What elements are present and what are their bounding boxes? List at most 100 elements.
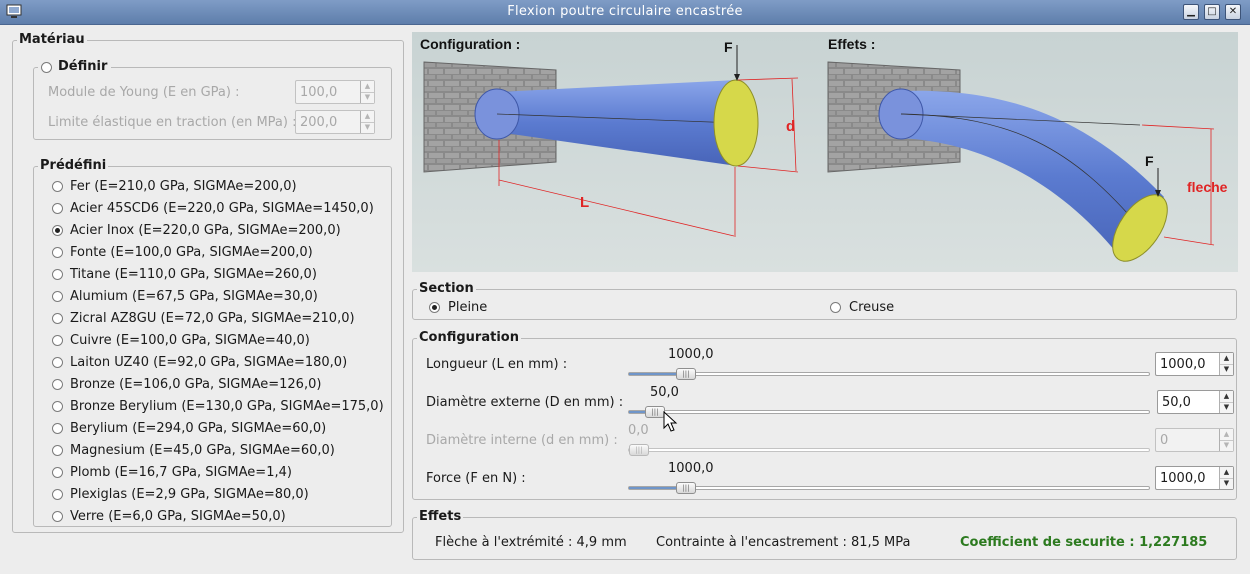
definir-radio[interactable] [41, 62, 52, 73]
spin-down-icon[interactable]: ▼ [1220, 440, 1233, 451]
force-slider-handle[interactable]: ||| [676, 482, 696, 494]
material-option[interactable]: Bronze (E=106,0 GPa, SIGMAe=126,0) [70, 377, 321, 392]
definir-header: Définir [38, 59, 112, 74]
material-option[interactable]: Bronze Berylium (E=130,0 GPa, SIGMAe=175… [70, 399, 384, 414]
material-radio[interactable] [52, 401, 63, 412]
diametre-int-value: 0 [1160, 433, 1169, 448]
diametre-ext-value: 50,0 [1162, 395, 1191, 410]
close-button[interactable]: ✕ [1225, 4, 1241, 20]
coefficient-result: Coefficient de securite : 1,227185 [960, 535, 1208, 550]
limite-stepper: ▲ ▼ [360, 111, 374, 133]
limite-input[interactable]: 200,0 ▲ ▼ [295, 110, 375, 134]
material-radio[interactable] [52, 467, 63, 478]
spin-down-icon[interactable]: ▼ [1220, 402, 1233, 413]
material-radio[interactable] [52, 423, 63, 434]
material-option[interactable]: Magnesium (E=45,0 GPa, SIGMAe=60,0) [70, 443, 335, 458]
diametre-ext-slider-value: 50,0 [650, 385, 679, 400]
material-option[interactable]: Acier 45SCD6 (E=220,0 GPa, SIGMAe=1450,0… [70, 201, 374, 216]
material-radio[interactable] [52, 445, 63, 456]
spin-down-icon[interactable]: ▼ [1220, 478, 1233, 489]
title-bar: Flexion poutre circulaire encastrée ▁ □ … [0, 0, 1250, 25]
creuse-radio[interactable] [830, 302, 841, 313]
effets-diagram-title: Effets : [828, 36, 875, 52]
material-radio[interactable] [52, 291, 63, 302]
contrainte-result: Contrainte à l'encastrement : 81,5 MPa [656, 535, 911, 550]
force-input[interactable]: 1000,0 ▲ ▼ [1155, 466, 1234, 490]
diametre-int-input[interactable]: 0 ▲ ▼ [1155, 428, 1234, 452]
material-radio[interactable] [52, 203, 63, 214]
material-radio[interactable] [52, 225, 63, 236]
section-group: Section [412, 281, 1237, 320]
material-option[interactable]: Plomb (E=16,7 GPa, SIGMAe=1,4) [70, 465, 292, 480]
force-label-effets: F [1145, 153, 1154, 169]
beam-end-ellipse [713, 79, 759, 167]
material-radio[interactable] [52, 511, 63, 522]
longueur-slider[interactable]: ||| [628, 368, 1150, 380]
beam-diagram: Configuration : F d L Effets : F fleche [420, 36, 1228, 262]
spin-down-icon[interactable]: ▼ [361, 92, 374, 103]
material-option[interactable]: Acier Inox (E=220,0 GPa, SIGMAe=200,0) [70, 223, 341, 238]
diametre-int-slider[interactable]: ||| [628, 444, 1150, 456]
material-radio[interactable] [52, 269, 63, 280]
material-radio[interactable] [52, 247, 63, 258]
fleche-label: fleche [1187, 179, 1228, 195]
length-label: L [580, 194, 589, 211]
force-slider[interactable]: ||| [628, 482, 1150, 494]
maximize-button[interactable]: □ [1204, 4, 1220, 20]
config-diagram-title: Configuration : [420, 36, 520, 52]
creuse-label[interactable]: Creuse [849, 300, 894, 315]
pleine-label[interactable]: Pleine [448, 300, 487, 315]
diametre-ext-stepper: ▲ ▼ [1219, 391, 1233, 413]
diametre-ext-input[interactable]: 50,0 ▲ ▼ [1157, 390, 1234, 414]
spin-down-icon[interactable]: ▼ [1220, 364, 1233, 375]
material-option[interactable]: Laiton UZ40 (E=92,0 GPa, SIGMAe=180,0) [70, 355, 347, 370]
longueur-input[interactable]: 1000,0 ▲ ▼ [1155, 352, 1234, 376]
diametre-ext-slider-handle[interactable]: ||| [645, 406, 665, 418]
diametre-ext-label: Diamètre externe (D en mm) : [426, 395, 624, 410]
force-value: 1000,0 [1160, 471, 1206, 486]
material-option[interactable]: Zicral AZ8GU (E=72,0 GPa, SIGMAe=210,0) [70, 311, 355, 326]
mouse-cursor-icon [663, 411, 678, 432]
configuration-title: Configuration [417, 330, 521, 345]
young-label: Module de Young (E en GPa) : [48, 85, 240, 100]
material-radio[interactable] [52, 489, 63, 500]
young-stepper: ▲ ▼ [360, 81, 374, 103]
material-option[interactable]: Titane (E=110,0 GPa, SIGMAe=260,0) [70, 267, 317, 282]
diametre-int-slider-handle[interactable]: ||| [629, 444, 649, 456]
young-input[interactable]: 100,0 ▲ ▼ [295, 80, 375, 104]
longueur-slider-handle[interactable]: ||| [676, 368, 696, 380]
section-title: Section [417, 281, 476, 296]
force-label-config: F [724, 39, 733, 55]
material-option[interactable]: Alumium (E=67,5 GPa, SIGMAe=30,0) [70, 289, 318, 304]
pleine-radio[interactable] [429, 302, 440, 313]
material-option[interactable]: Cuivre (E=100,0 GPa, SIGMAe=40,0) [70, 333, 310, 348]
maximize-icon: □ [1207, 6, 1217, 17]
material-option[interactable]: Plexiglas (E=2,9 GPa, SIGMAe=80,0) [70, 487, 309, 502]
limite-value: 200,0 [300, 115, 338, 130]
longueur-value: 1000,0 [1160, 357, 1206, 372]
material-radio[interactable] [52, 357, 63, 368]
force-stepper: ▲ ▼ [1219, 467, 1233, 489]
material-radio[interactable] [52, 335, 63, 346]
longueur-slider-value: 1000,0 [668, 347, 714, 362]
material-option[interactable]: Berylium (E=294,0 GPa, SIGMAe=60,0) [70, 421, 326, 436]
minimize-button[interactable]: ▁ [1183, 4, 1199, 20]
diametre-int-slider-value: 0,0 [628, 423, 649, 438]
definir-label[interactable]: Définir [58, 59, 107, 74]
force-slider-value: 1000,0 [668, 461, 714, 476]
diameter-label: d [786, 118, 795, 135]
material-option[interactable]: Verre (E=6,0 GPa, SIGMAe=50,0) [70, 509, 286, 524]
material-radio[interactable] [52, 181, 63, 192]
material-radio[interactable] [52, 313, 63, 324]
spin-down-icon[interactable]: ▼ [361, 122, 374, 133]
limite-label: Limite élastique en traction (en MPa) : [48, 115, 297, 130]
fleche-result: Flèche à l'extrémité : 4,9 mm [435, 535, 627, 550]
diametre-int-stepper: ▲ ▼ [1219, 429, 1233, 451]
beam-illustration: Configuration : F d L Effets : F fleche [412, 32, 1238, 272]
diametre-ext-slider[interactable]: ||| [628, 406, 1150, 418]
longueur-stepper: ▲ ▼ [1219, 353, 1233, 375]
material-option[interactable]: Fer (E=210,0 GPa, SIGMAe=200,0) [70, 179, 297, 194]
diametre-int-label: Diamètre interne (d en mm) : [426, 433, 618, 448]
material-option[interactable]: Fonte (E=100,0 GPa, SIGMAe=200,0) [70, 245, 313, 260]
material-radio[interactable] [52, 379, 63, 390]
